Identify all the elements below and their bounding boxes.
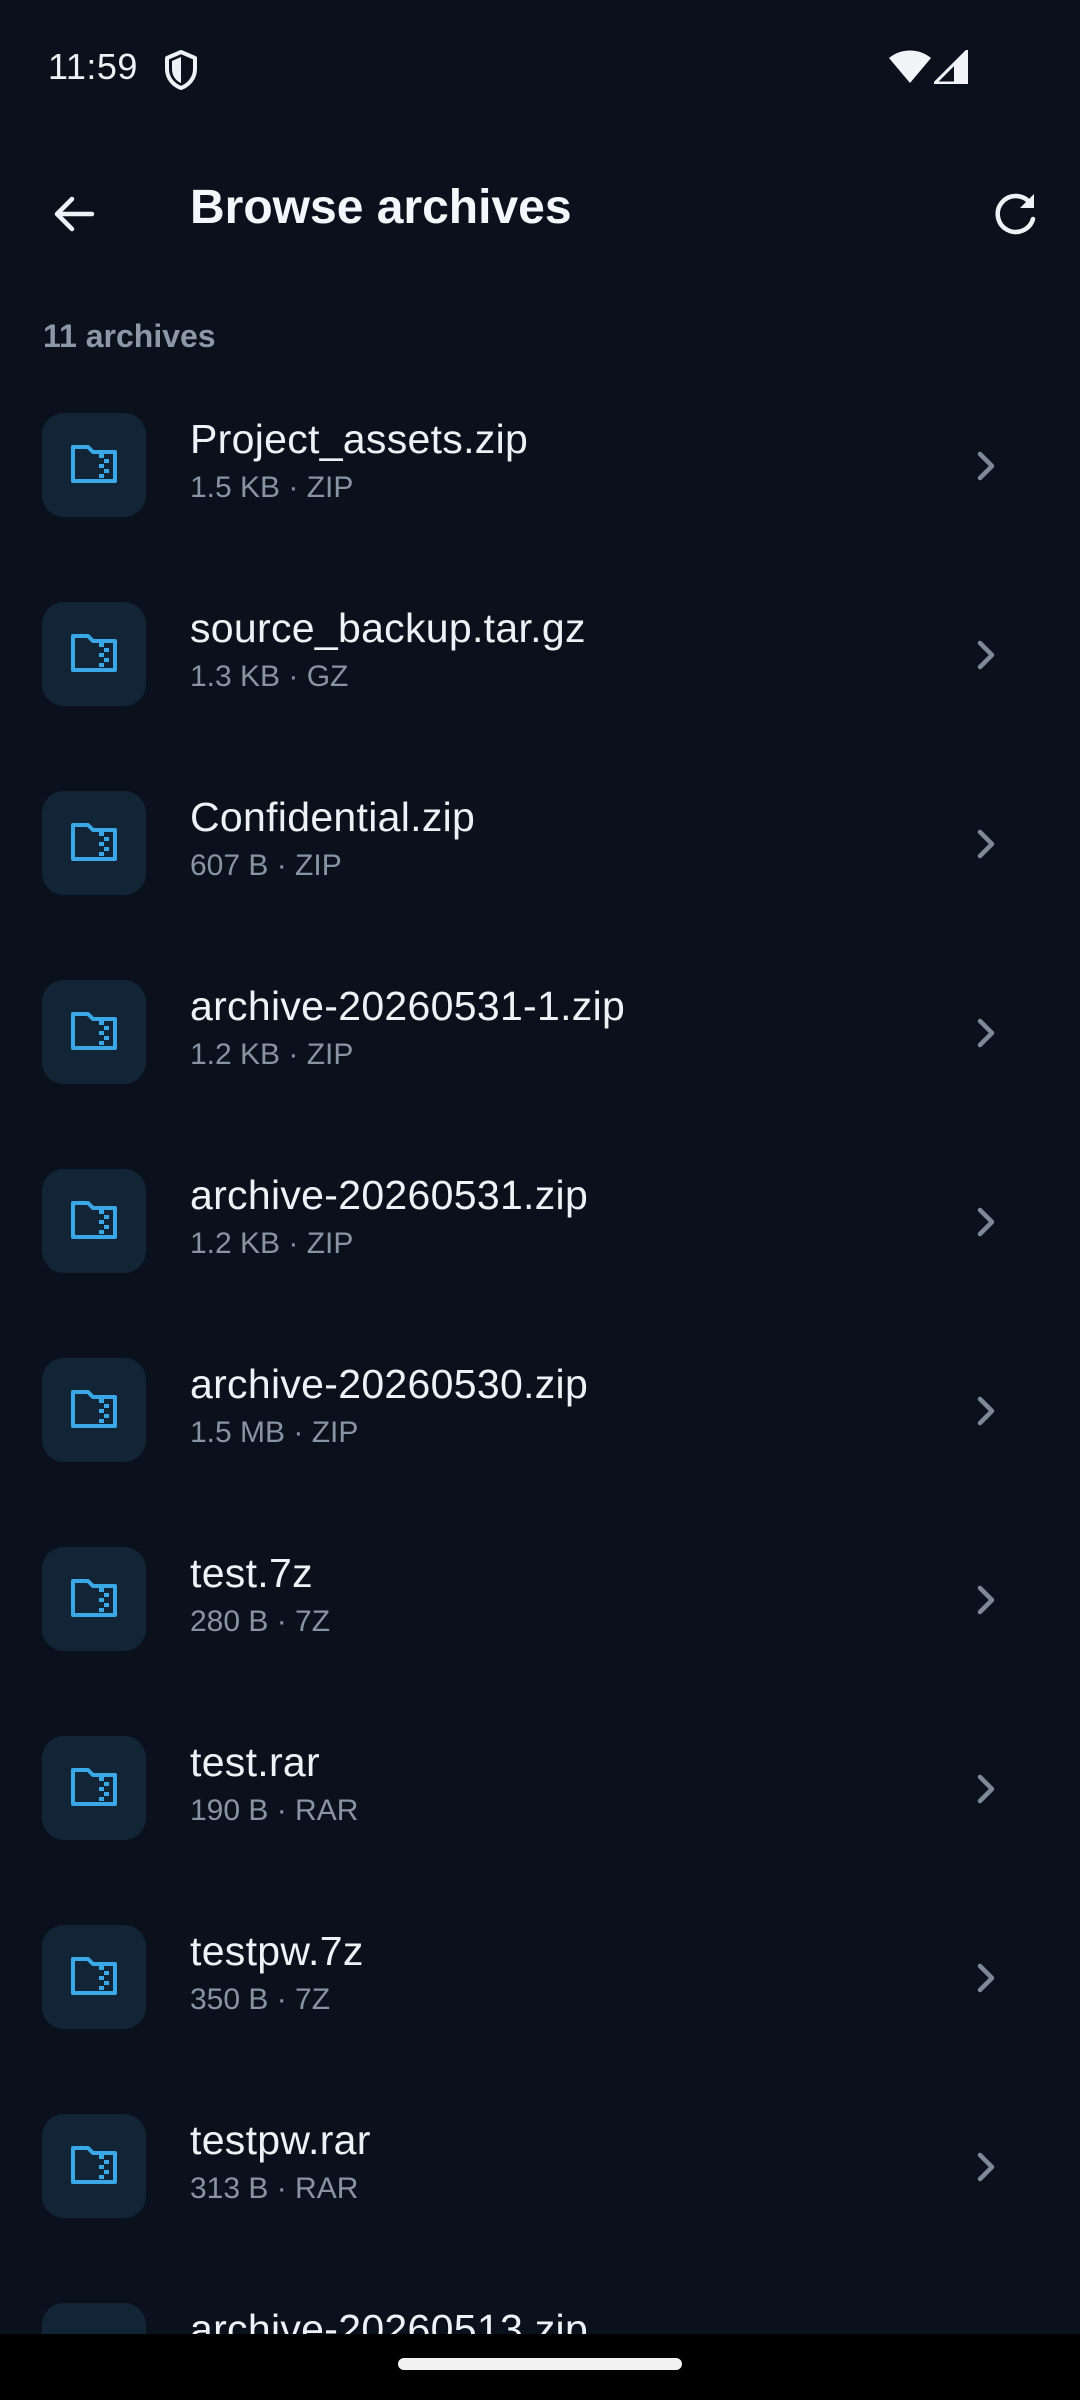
signal-icon xyxy=(933,49,969,85)
back-button[interactable] xyxy=(34,176,114,256)
archive-name: archive-20260531.zip xyxy=(190,1172,589,1218)
wifi-icon xyxy=(888,50,932,84)
archive-tile xyxy=(42,1925,146,2029)
archive-tile xyxy=(42,602,146,706)
list-item[interactable]: Project_assets.zip 1.5 KB · ZIP xyxy=(0,378,1080,567)
list-item[interactable]: archive-20260531-1.zip 1.2 KB · ZIP xyxy=(0,945,1080,1134)
arrow-left-icon xyxy=(50,190,98,243)
list-item[interactable]: test.rar 190 B · RAR xyxy=(0,1701,1080,1890)
archive-tile xyxy=(42,2114,146,2218)
archive-meta: 350 B · 7Z xyxy=(190,1983,331,2016)
chevron-right-icon xyxy=(968,1389,1004,1433)
app-bar: Browse archives xyxy=(0,136,1080,284)
chevron-right-icon xyxy=(968,1578,1004,1622)
archive-name: testpw.rar xyxy=(190,2117,371,2163)
archive-tile xyxy=(42,1169,146,1273)
archive-meta: 1.2 KB · ZIP xyxy=(190,1038,354,1071)
shield-icon xyxy=(164,50,198,90)
folder-zip-icon xyxy=(69,1953,119,2002)
archive-meta: 190 B · RAR xyxy=(190,1794,359,1827)
archive-name: archive-20260531-1.zip xyxy=(190,983,626,1029)
archive-name: test.7z xyxy=(190,1550,313,1596)
refresh-icon xyxy=(991,189,1041,244)
folder-zip-icon xyxy=(69,630,119,679)
list-item[interactable]: archive-20260530.zip 1.5 MB · ZIP xyxy=(0,1323,1080,1512)
archive-list: Project_assets.zip 1.5 KB · ZIP source_b… xyxy=(0,378,1080,2334)
archive-meta: 313 B · RAR xyxy=(190,2172,359,2205)
archive-tile xyxy=(42,1358,146,1462)
status-bar: 11:59 xyxy=(0,0,1080,136)
list-item[interactable]: Confidential.zip 607 B · ZIP xyxy=(0,756,1080,945)
chevron-right-icon xyxy=(968,822,1004,866)
chevron-right-icon xyxy=(968,1200,1004,1244)
archive-name: source_backup.tar.gz xyxy=(190,605,586,651)
chevron-right-icon xyxy=(968,1956,1004,2000)
archive-tile xyxy=(42,413,146,517)
archive-name: Confidential.zip xyxy=(190,794,476,840)
folder-zip-icon xyxy=(69,2142,119,2191)
chevron-right-icon xyxy=(968,1011,1004,1055)
chevron-right-icon xyxy=(968,633,1004,677)
refresh-button[interactable] xyxy=(976,176,1056,256)
archive-name: archive-20260530.zip xyxy=(190,1361,589,1407)
folder-zip-icon xyxy=(69,1575,119,1624)
archive-tile xyxy=(42,1547,146,1651)
chevron-right-icon xyxy=(968,444,1004,488)
page-title: Browse archives xyxy=(190,181,572,234)
archive-meta: 607 B · ZIP xyxy=(190,849,342,882)
archive-name: testpw.7z xyxy=(190,1928,364,1974)
list-item[interactable]: archive-20260531.zip 1.2 KB · ZIP xyxy=(0,1134,1080,1323)
archive-tile xyxy=(42,980,146,1084)
archive-tile xyxy=(42,1736,146,1840)
status-time: 11:59 xyxy=(48,46,138,87)
list-item[interactable]: test.7z 280 B · 7Z xyxy=(0,1512,1080,1701)
system-navigation-bar xyxy=(0,2334,1080,2400)
archive-name: archive-20260513.zip xyxy=(190,2306,589,2334)
archive-tile xyxy=(42,791,146,895)
folder-zip-icon xyxy=(69,1008,119,1057)
archive-name: test.rar xyxy=(190,1739,320,1785)
archive-meta: 1.3 KB · GZ xyxy=(190,660,349,693)
archive-name: Project_assets.zip xyxy=(190,416,529,462)
archive-count-label: 11 archives xyxy=(43,318,216,354)
folder-zip-icon xyxy=(69,1386,119,1435)
archive-tile xyxy=(42,2303,146,2334)
folder-zip-icon xyxy=(69,819,119,868)
list-item[interactable]: archive-20260513.zip xyxy=(0,2268,1080,2334)
home-gesture-handle[interactable] xyxy=(398,2358,682,2370)
list-item[interactable]: source_backup.tar.gz 1.3 KB · GZ xyxy=(0,567,1080,756)
folder-zip-icon xyxy=(69,1764,119,1813)
folder-zip-icon xyxy=(69,1197,119,1246)
folder-zip-icon xyxy=(69,441,119,490)
archive-meta: 1.5 KB · ZIP xyxy=(190,471,354,504)
archive-meta: 1.2 KB · ZIP xyxy=(190,1227,354,1260)
archive-meta: 280 B · 7Z xyxy=(190,1605,331,1638)
list-item[interactable]: testpw.7z 350 B · 7Z xyxy=(0,1890,1080,2079)
archive-meta: 1.5 MB · ZIP xyxy=(190,1416,359,1449)
list-item[interactable]: testpw.rar 313 B · RAR xyxy=(0,2079,1080,2268)
chevron-right-icon xyxy=(968,2145,1004,2189)
chevron-right-icon xyxy=(968,1767,1004,1811)
